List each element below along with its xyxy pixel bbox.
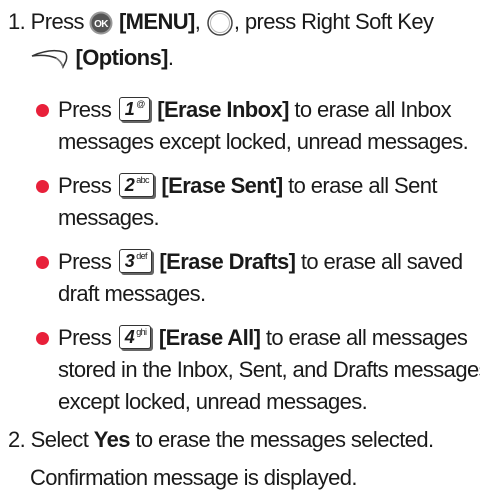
bullet-press: Press <box>58 325 112 350</box>
bullet-erase-sent-line-2: messages. <box>58 202 160 234</box>
step-2-number: 2. <box>8 427 26 452</box>
bullet-text: draft messages. <box>58 281 206 306</box>
step-1-number: 1. <box>8 9 26 34</box>
erase-all-label: [Erase All] <box>158 325 261 350</box>
step-2-rest: to erase the messages selected. <box>129 427 434 452</box>
bullet-erase-inbox-line-1: Press 1 @ [Erase Inbox] to erase all Inbo… <box>58 94 452 126</box>
key-3-icon: 3 def <box>118 249 152 274</box>
menu-label: [MENU] <box>118 9 195 34</box>
key-1-icon: 1 @ <box>118 97 150 122</box>
key-letters: ghi <box>136 327 147 338</box>
step-1-line-2: [Options]. <box>30 42 174 74</box>
bullet-text: stored in the Inbox, Sent, and Drafts me… <box>58 357 480 382</box>
bullet-text: messages. <box>58 205 160 230</box>
bullet-dot <box>36 180 49 193</box>
erase-drafts-label: [Erase Drafts] <box>159 249 296 274</box>
step-2-line: 2. Select Yes to erase the messages sele… <box>8 424 434 456</box>
bullet-erase-all-line-1: Press 4 ghi [Erase All] to erase all mess… <box>58 322 468 354</box>
bullet-press: Press <box>58 97 112 122</box>
step-1-line-1: 1. Press OK [MENU], , press Right Soft K… <box>8 6 434 38</box>
manual-page: 1. Press OK [MENU], , press Right Soft K… <box>0 0 480 491</box>
key-letters: abc <box>136 175 149 186</box>
key-2-icon: 2 abc <box>118 173 154 198</box>
bullet-text: except locked, unread messages. <box>58 389 368 414</box>
bullet-erase-drafts-line-1: Press 3 def [Erase Drafts] to erase all s… <box>58 246 463 278</box>
key-digit: 4 <box>124 327 135 348</box>
bullet-dot <box>36 332 49 345</box>
bullet-text: to erase all messages <box>260 325 468 350</box>
bullet-dot <box>36 104 49 117</box>
step-1-press: Press <box>30 9 85 34</box>
step-1-mid-text: , press Right Soft Key <box>233 9 434 34</box>
svg-text:OK: OK <box>95 19 110 30</box>
key-digit: 2 <box>124 175 135 196</box>
bullet-erase-all-line-2: stored in the Inbox, Sent, and Drafts me… <box>58 354 480 386</box>
confirmation-text: Confirmation message is displayed. <box>30 465 357 490</box>
step-2-select: Select <box>30 427 89 452</box>
key-4-icon: 4 ghi <box>118 325 152 350</box>
bullet-text: to erase all Inbox <box>288 97 452 122</box>
step-1-period: . <box>167 45 174 70</box>
bullet-press: Press <box>58 249 112 274</box>
bullet-dot <box>36 256 49 269</box>
bullet-text: messages except locked, unread messages. <box>58 129 469 154</box>
bullet-erase-sent-line-1: Press 2 abc [Erase Sent] to erase all Sen… <box>58 170 438 202</box>
yes-label: Yes <box>93 427 131 452</box>
bullet-text: to erase all saved <box>295 249 463 274</box>
ok-button-icon: OK <box>89 11 113 35</box>
options-label: [Options] <box>75 45 169 70</box>
erase-sent-label: [Erase Sent] <box>161 173 283 198</box>
key-letters: def <box>136 251 147 262</box>
bullet-text: to erase all Sent <box>282 173 437 198</box>
bullet-erase-all-line-3: except locked, unread messages. <box>58 386 368 418</box>
nav-key-icon <box>207 10 233 36</box>
key-digit: 1 <box>124 99 135 120</box>
erase-inbox-label: [Erase Inbox] <box>157 97 289 122</box>
key-letters: @ <box>136 99 145 110</box>
bullet-erase-drafts-line-2: draft messages. <box>58 278 206 310</box>
bullet-press: Press <box>58 173 112 198</box>
right-soft-key-icon <box>31 50 68 70</box>
bullet-erase-inbox-line-2: messages except locked, unread messages. <box>58 126 469 158</box>
key-digit: 3 <box>124 251 135 272</box>
